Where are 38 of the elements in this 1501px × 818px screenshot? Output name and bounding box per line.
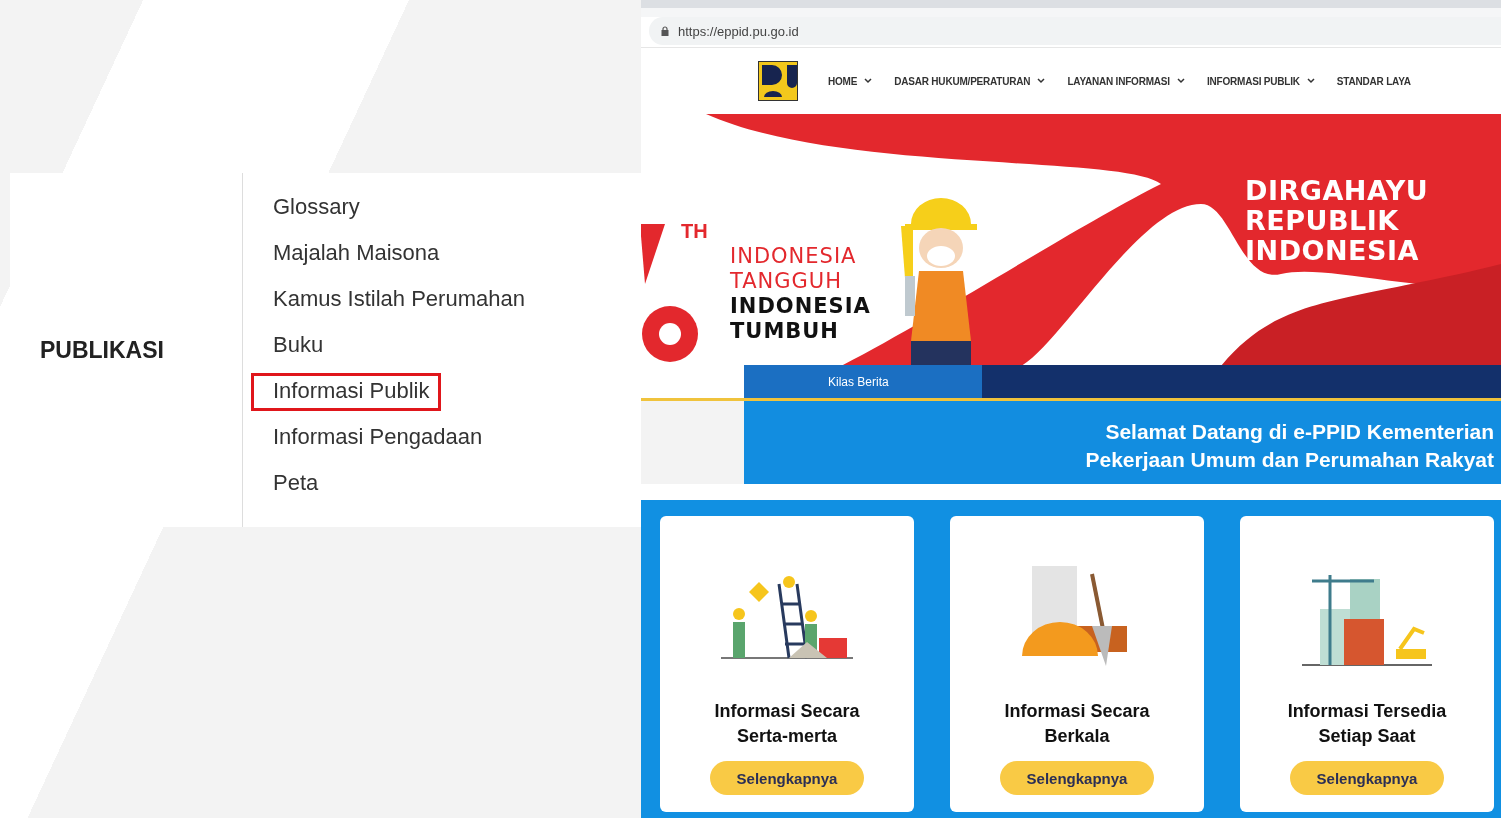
menu-item[interactable]: Majalah Maisona: [251, 235, 451, 273]
slogan-line: TUMBUH: [730, 319, 840, 344]
menu-item[interactable]: Buku: [251, 327, 335, 365]
banner-title-line: DIRGAHAYU: [1245, 176, 1429, 206]
nav-menu-item[interactable]: DASAR HUKUM/PERATURAN: [894, 75, 1046, 87]
caret-icon: [864, 78, 873, 84]
more-button[interactable]: Selengkapnya: [1000, 761, 1154, 795]
caret-icon: [1037, 78, 1046, 84]
menu-item[interactable]: Informasi Publik: [251, 373, 441, 411]
caret-icon: [1306, 78, 1315, 84]
slogan-line: INDONESIA: [730, 294, 871, 319]
welcome-text: Pekerjaan Umum dan Perumahan Rakyat: [1085, 446, 1494, 473]
slogan-line: INDONESIA: [730, 244, 858, 269]
card-title: Informasi Secara Berkala: [1003, 700, 1151, 748]
slogan-line: TANGGUH: [730, 269, 843, 294]
menu-heading: PUBLIKASI: [40, 336, 164, 364]
address-bar[interactable]: https://eppid.pu.go.id: [649, 17, 1501, 45]
card-title: Informasi Tersedia Setiap Saat: [1286, 700, 1448, 748]
nav-menu-item[interactable]: HOME: [828, 75, 873, 87]
menu-item[interactable]: Informasi Pengadaan: [251, 419, 494, 457]
banner-title-line: REPUBLIK: [1245, 206, 1400, 236]
nav-menu-item[interactable]: LAYANAN INFORMASI: [1067, 75, 1185, 87]
caret-icon: [1176, 78, 1185, 84]
more-button[interactable]: Selengkapnya: [710, 761, 864, 795]
badge-text: TH: [681, 220, 708, 243]
more-button[interactable]: Selengkapnya: [1290, 761, 1444, 795]
ticker-label: Kilas Berita: [744, 365, 982, 398]
menu-item[interactable]: Peta: [251, 465, 330, 503]
lock-icon: [661, 26, 669, 36]
menu-item[interactable]: Kamus Istilah Perumahan: [251, 281, 536, 319]
menu-item[interactable]: Glossary: [251, 189, 371, 227]
url-text: https://eppid.pu.go.id: [678, 23, 799, 39]
banner-title-line: INDONESIA: [1245, 236, 1420, 266]
logo-icon[interactable]: [758, 61, 798, 101]
card-title: Informasi Secara Serta-merta: [713, 700, 861, 748]
welcome-text: Selamat Datang di e-PPID Kementerian: [1105, 418, 1494, 445]
nav-menu-item[interactable]: INFORMASI PUBLIK: [1206, 75, 1315, 87]
nav-menu-item[interactable]: STANDAR LAYA: [1336, 75, 1411, 87]
